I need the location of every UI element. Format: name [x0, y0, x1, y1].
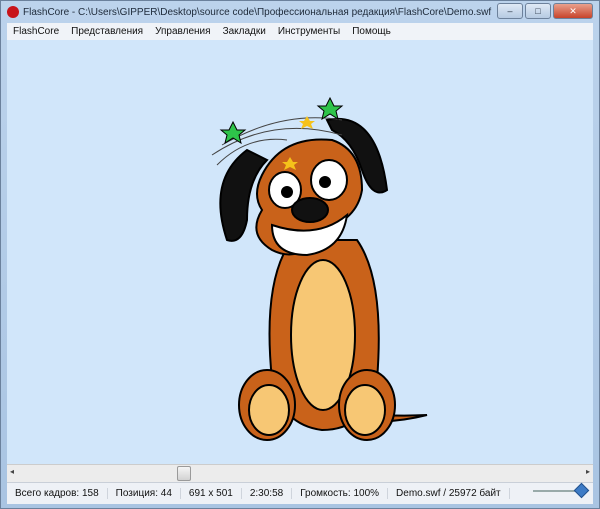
app-icon: [7, 6, 19, 18]
status-position: Позиция: 44: [108, 488, 181, 499]
menu-tools[interactable]: Инструменты: [272, 26, 346, 37]
dog-animation: [211, 96, 428, 441]
window-title: FlashCore - C:\Users\GIPPER\Desktop\sour…: [23, 6, 492, 18]
menu-flashcore[interactable]: FlashCore: [7, 26, 65, 37]
status-volume: Громкость: 100%: [292, 488, 389, 499]
minimize-button[interactable]: –: [497, 3, 523, 19]
status-file: Demo.swf / 25972 байт: [388, 488, 510, 499]
app-window: FlashCore - C:\Users\GIPPER\Desktop\sour…: [0, 0, 600, 509]
title-bar: FlashCore - C:\Users\GIPPER\Desktop\sour…: [1, 1, 599, 23]
status-bar: Всего кадров: 158 Позиция: 44 691 x 501 …: [7, 482, 593, 504]
flash-stage[interactable]: [7, 40, 593, 464]
menu-help[interactable]: Помощь: [346, 26, 397, 37]
status-size: 691 x 501: [181, 488, 242, 499]
scroll-left-button[interactable]: ◂: [10, 467, 14, 476]
scroll-right-button[interactable]: ▸: [586, 467, 590, 476]
close-button[interactable]: ✕: [553, 3, 593, 19]
menu-bar: FlashCore Представления Управления Закла…: [7, 23, 593, 40]
menu-bookmarks[interactable]: Закладки: [217, 26, 272, 37]
status-time: 2:30:58: [242, 488, 293, 499]
timeline-scrollbar[interactable]: ◂ ▸: [7, 464, 593, 482]
maximize-button[interactable]: □: [525, 3, 551, 19]
menu-views[interactable]: Представления: [65, 26, 149, 37]
volume-slider-knob[interactable]: [573, 482, 590, 499]
timeline-thumb[interactable]: [177, 466, 191, 481]
volume-slider[interactable]: [533, 482, 590, 499]
menu-control[interactable]: Управления: [149, 26, 216, 37]
status-total-frames: Всего кадров: 158: [7, 488, 108, 499]
